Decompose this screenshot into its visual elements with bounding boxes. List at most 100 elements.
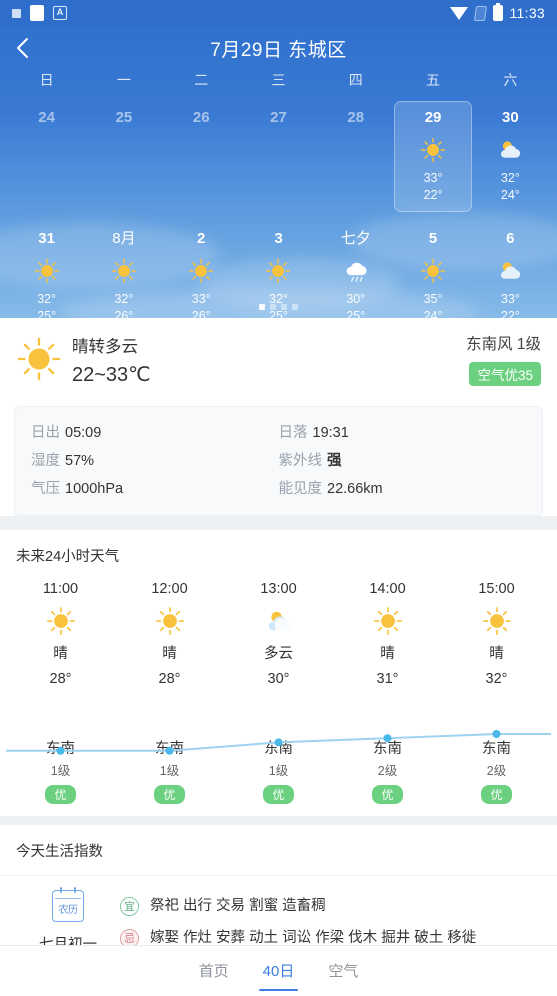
- bottom-nav-item-40日[interactable]: 40日: [257, 951, 301, 991]
- hourly-column-11:00[interactable]: 11:00 晴 28° 东南 1级优: [6, 576, 115, 804]
- weekday-label-2: 二: [194, 72, 209, 88]
- detail-value: 57%: [65, 453, 95, 469]
- current-weather-text: 晴转多云 22~33℃: [72, 334, 151, 390]
- day-number: 26: [192, 109, 210, 126]
- sun-icon: [420, 258, 446, 284]
- hourly-column-14:00[interactable]: 14:00 晴 31° 东南 2级优: [333, 576, 442, 804]
- day-number: 5: [428, 230, 438, 247]
- hour-temp-slot: 31°: [377, 667, 399, 693]
- lunar-calendar-icon-label: 农历: [58, 904, 79, 916]
- rain-icon: [346, 262, 367, 282]
- day-number: 24: [38, 109, 55, 126]
- page-dot-1[interactable]: [270, 304, 276, 310]
- calendar-icon-line: [55, 898, 81, 900]
- hour-aqi-badge: 优: [263, 785, 294, 804]
- calendar-day-26[interactable]: 26: [163, 101, 240, 212]
- hour-chart-slot: [115, 693, 224, 729]
- calendar-day-24[interactable]: 24: [8, 101, 85, 212]
- weather-icon: [373, 607, 403, 635]
- page-title: 7月29日 东城区: [210, 39, 347, 61]
- detail-value: 05:09: [65, 425, 102, 441]
- weekday-header-row: 日一二三四五六: [0, 70, 557, 90]
- detail-value: 强: [327, 453, 342, 469]
- hour-wind-direction: 东南: [46, 741, 75, 757]
- current-wind-aqi: 东南风 1级 空气优35: [466, 334, 541, 386]
- sun-icon: [266, 258, 291, 284]
- hour-aqi-badge: 优: [154, 785, 185, 804]
- calendar-day-25[interactable]: 25: [85, 101, 162, 212]
- detail-value: 22.66km: [327, 481, 383, 497]
- page-indicator[interactable]: [0, 304, 557, 310]
- weather-icon: [264, 607, 294, 635]
- battery-icon: [492, 3, 503, 21]
- sun-icon: [155, 607, 184, 635]
- hour-condition: 晴: [53, 646, 68, 662]
- sun-icon: [17, 337, 61, 381]
- hour-chart-slot: [6, 693, 115, 729]
- detail-key: 能见度: [278, 481, 323, 497]
- day-number: 25: [115, 109, 133, 126]
- hour-wind-level: 1级: [50, 764, 71, 778]
- detail-key: 日出: [31, 425, 60, 441]
- weather-icon: [420, 137, 446, 163]
- detail-key: 气压: [31, 481, 60, 497]
- hour-time: 13:00: [260, 581, 297, 597]
- detail-value: 19:31: [312, 425, 349, 441]
- weather-details-grid: 日出 05:09 日落 19:31 湿度 57% 紫外线强气压 1000hPa 能见度 22.66…: [14, 406, 543, 516]
- hourly-column-12:00[interactable]: 12:00 晴 28° 东南 1级优: [115, 576, 224, 804]
- calendar-day-30[interactable]: 30 32° 24°: [472, 101, 549, 212]
- sun-icon: [420, 137, 446, 163]
- detail-item-日落: 日落 19:31: [279, 419, 527, 447]
- weekday-label-0: 日: [39, 72, 54, 88]
- calendar-day-27[interactable]: 27: [240, 101, 317, 212]
- hour-temp: 28°: [49, 671, 72, 687]
- detail-item-气压: 气压 1000hPa: [31, 475, 279, 503]
- day-low: 24°: [500, 188, 520, 202]
- current-temperature-range: 22~33℃: [72, 364, 151, 386]
- cloud-sun-icon: [501, 141, 521, 158]
- day-number: 27: [270, 109, 287, 126]
- status-bar-right-icons: 11:33: [449, 3, 546, 21]
- weather-icon: [265, 258, 291, 284]
- hour-time: 15:00: [478, 581, 515, 597]
- detail-item-紫外线: 紫外线强: [279, 447, 527, 475]
- day-number: 28: [347, 109, 365, 126]
- calendar-day-28[interactable]: 28: [317, 101, 394, 212]
- sun-icon: [482, 607, 511, 635]
- ji-icon: 忌: [120, 928, 139, 945]
- day-number: 31: [38, 230, 55, 247]
- calendar-header: 7月29日 东城区 日一二三四五六 24 25 26 27 28 29 33° 22° 30 32…: [0, 26, 557, 318]
- cloud-sun-icon: [501, 262, 521, 279]
- weather-icon: [482, 607, 512, 635]
- weather-icon: [497, 137, 523, 163]
- hour-wind-direction: 东南: [373, 741, 402, 757]
- life-index-title: 今天生活指数: [16, 844, 103, 860]
- bottom-nav-item-首页[interactable]: 首页: [193, 951, 235, 991]
- detail-value: 1000hPa: [65, 481, 124, 497]
- page-dot-2[interactable]: [281, 304, 287, 310]
- bottom-nav-item-空气[interactable]: 空气: [322, 951, 364, 991]
- weekday-label-5: 五: [426, 72, 441, 88]
- life-index-content: 农历 七月初一 宜 祭祀 出行 交易 割蜜 造畜稠 忌 嫁娶 作灶 安葬 动土 …: [0, 876, 557, 945]
- app-screen: A 11:33 7月29日 东城区 日一二三四五六 24 25 26 27 28…: [0, 0, 557, 996]
- calendar-day-29[interactable]: 29 33° 22°: [394, 101, 472, 212]
- hourly-column-15:00[interactable]: 15:00 晴 32° 东南 2级优: [442, 576, 551, 804]
- weather-icon: [420, 258, 446, 284]
- back-button[interactable]: [0, 26, 46, 70]
- current-weather-card: 晴转多云 22~33℃ 东南风 1级 空气优35 日出 05:09 日落 19:31 湿…: [0, 318, 557, 516]
- page-scroll-area: 7月29日 东城区 日一二三四五六 24 25 26 27 28 29 33° 22° 30 32…: [0, 26, 557, 945]
- hour-wind-level: 1级: [159, 764, 180, 778]
- page-dot-3[interactable]: [292, 304, 298, 310]
- page-dot-0[interactable]: [259, 304, 265, 310]
- air-quality-badge[interactable]: 空气优35: [469, 362, 541, 386]
- sun-icon: [111, 258, 137, 284]
- day-number: 2: [197, 230, 206, 247]
- bottom-nav: 首页 40日 空气: [0, 945, 557, 996]
- day-number: 8月: [112, 230, 136, 247]
- lunar-calendar-block[interactable]: 农历 七月初一: [16, 887, 120, 945]
- hour-temp: 28°: [158, 671, 181, 687]
- hour-condition: 晴: [380, 646, 395, 662]
- hourly-column-13:00[interactable]: 13:00 多云 30° 东南 1级优: [224, 576, 333, 804]
- weather-icon: [343, 258, 369, 284]
- hour-temp: 30°: [267, 671, 290, 687]
